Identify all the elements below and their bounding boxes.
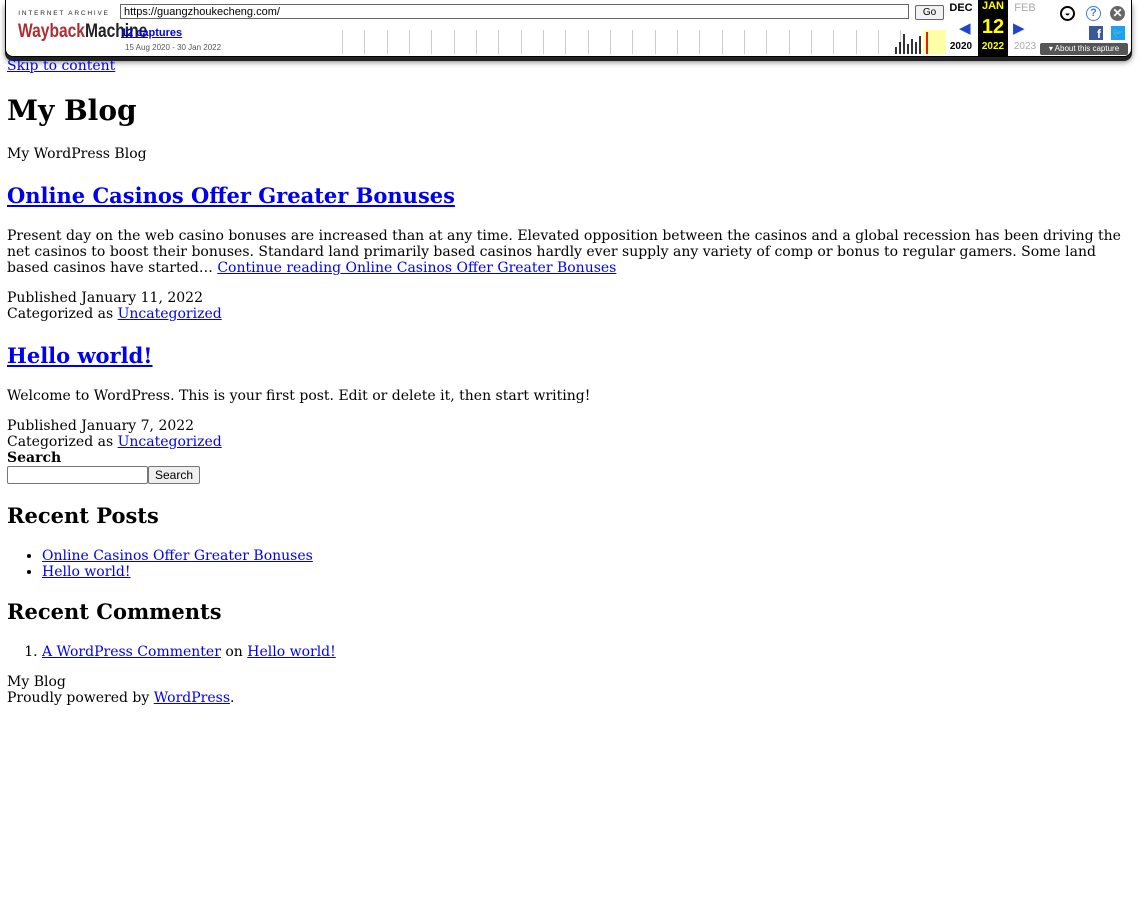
post-excerpt: Welcome to WordPress. This is your first… <box>7 388 591 404</box>
continue-reading-link[interactable]: Continue reading Online Casinos Offer Gr… <box>217 260 616 276</box>
capture-date-range: 15 Aug 2020 - 30 Jan 2022 <box>125 43 222 52</box>
wordpress-link[interactable]: WordPress <box>154 690 230 706</box>
wayback-logo[interactable]: INTERNET ARCHIVE WaybackMachine <box>18 8 148 46</box>
wayback-logo-top: INTERNET ARCHIVE <box>18 10 110 17</box>
recent-comments-title: Recent Comments <box>7 599 222 624</box>
next-year: 2023 <box>1013 41 1037 52</box>
close-icon[interactable]: ✕ <box>1110 6 1125 21</box>
site-description: My WordPress Blog <box>7 146 147 162</box>
current-year: 2022 <box>981 41 1005 52</box>
post-meta: Published January 11, 2022 Categorized a… <box>7 290 1131 322</box>
post-category-line: Categorized as Uncategorized <box>7 434 222 450</box>
next-capture-arrow-icon[interactable]: ▶ <box>1013 19 1025 37</box>
page-content: Skip to content My Blog My WordPress Blo… <box>7 57 1131 706</box>
search-button[interactable]: Search <box>148 466 200 484</box>
comment-author-link[interactable]: A WordPress Commenter <box>42 644 221 660</box>
list-item: Online Casinos Offer Greater Bonuses <box>42 548 1131 564</box>
search-label: Search <box>7 450 62 466</box>
next-month: FEB <box>1014 2 1036 14</box>
prev-year[interactable]: 2020 <box>946 41 976 52</box>
prev-month[interactable]: DEC <box>946 2 976 14</box>
search-form: Search <box>7 466 1131 484</box>
list-item: Hello world! <box>42 564 1131 580</box>
wayback-url-input[interactable] <box>120 4 909 19</box>
wayback-go-button[interactable]: Go <box>915 5 944 20</box>
footer-site-name: My Blog <box>7 674 66 690</box>
recent-comments-list: A WordPress Commenter on Hello world! <box>7 644 1131 660</box>
recent-posts-list: Online Casinos Offer Greater Bonuses Hel… <box>7 548 1131 580</box>
current-day: 12 <box>981 16 1005 38</box>
help-icon[interactable]: ? <box>1086 6 1101 21</box>
site-footer: My Blog Proudly powered by WordPress. <box>7 674 1131 706</box>
footer-powered-by: Proudly powered by WordPress. <box>7 690 235 706</box>
recent-post-link[interactable]: Hello world! <box>42 564 131 580</box>
wayback-toolbar: INTERNET ARCHIVE WaybackMachine Go 12 ca… <box>5 0 1132 57</box>
site-title: My Blog <box>7 94 137 127</box>
post-title-link[interactable]: Hello world! <box>7 343 153 368</box>
skip-to-content-link[interactable]: Skip to content <box>7 58 1131 74</box>
post-title: Hello world! <box>7 344 1131 368</box>
post-title: Online Casinos Offer Greater Bonuses <box>7 184 1131 208</box>
user-icon[interactable]: ◒ <box>1060 6 1075 21</box>
wayback-logo-text: WaybackMachine <box>18 21 148 42</box>
captures-link[interactable]: 12 captures <box>121 27 182 39</box>
recent-posts-title: Recent Posts <box>7 503 159 528</box>
caret-down-icon: ▾ <box>1048 44 1053 53</box>
list-item: A WordPress Commenter on Hello world! <box>42 644 1131 660</box>
comment-post-link[interactable]: Hello world! <box>247 644 336 660</box>
category-link[interactable]: Uncategorized <box>118 306 222 322</box>
post-category-line: Categorized as Uncategorized <box>7 306 222 322</box>
post-title-link[interactable]: Online Casinos Offer Greater Bonuses <box>7 183 455 208</box>
facebook-icon[interactable]: f <box>1089 26 1103 41</box>
post-excerpt: Present day on the web casino bonuses ar… <box>7 228 1121 276</box>
prev-capture-arrow-icon[interactable]: ◀ <box>959 19 971 37</box>
search-input[interactable] <box>7 466 148 484</box>
category-link[interactable]: Uncategorized <box>118 434 222 450</box>
post-meta: Published January 7, 2022 Categorized as… <box>7 418 1131 450</box>
recent-post-link[interactable]: Online Casinos Offer Greater Bonuses <box>42 548 313 564</box>
capture-sparkline[interactable] <box>342 30 946 54</box>
twitter-icon[interactable]: 🐦 <box>1111 26 1125 40</box>
about-capture-button[interactable]: ▾ About this capture <box>1040 43 1128 55</box>
post-published-date: Published January 11, 2022 <box>7 290 203 306</box>
post-published-date: Published January 7, 2022 <box>7 418 195 434</box>
